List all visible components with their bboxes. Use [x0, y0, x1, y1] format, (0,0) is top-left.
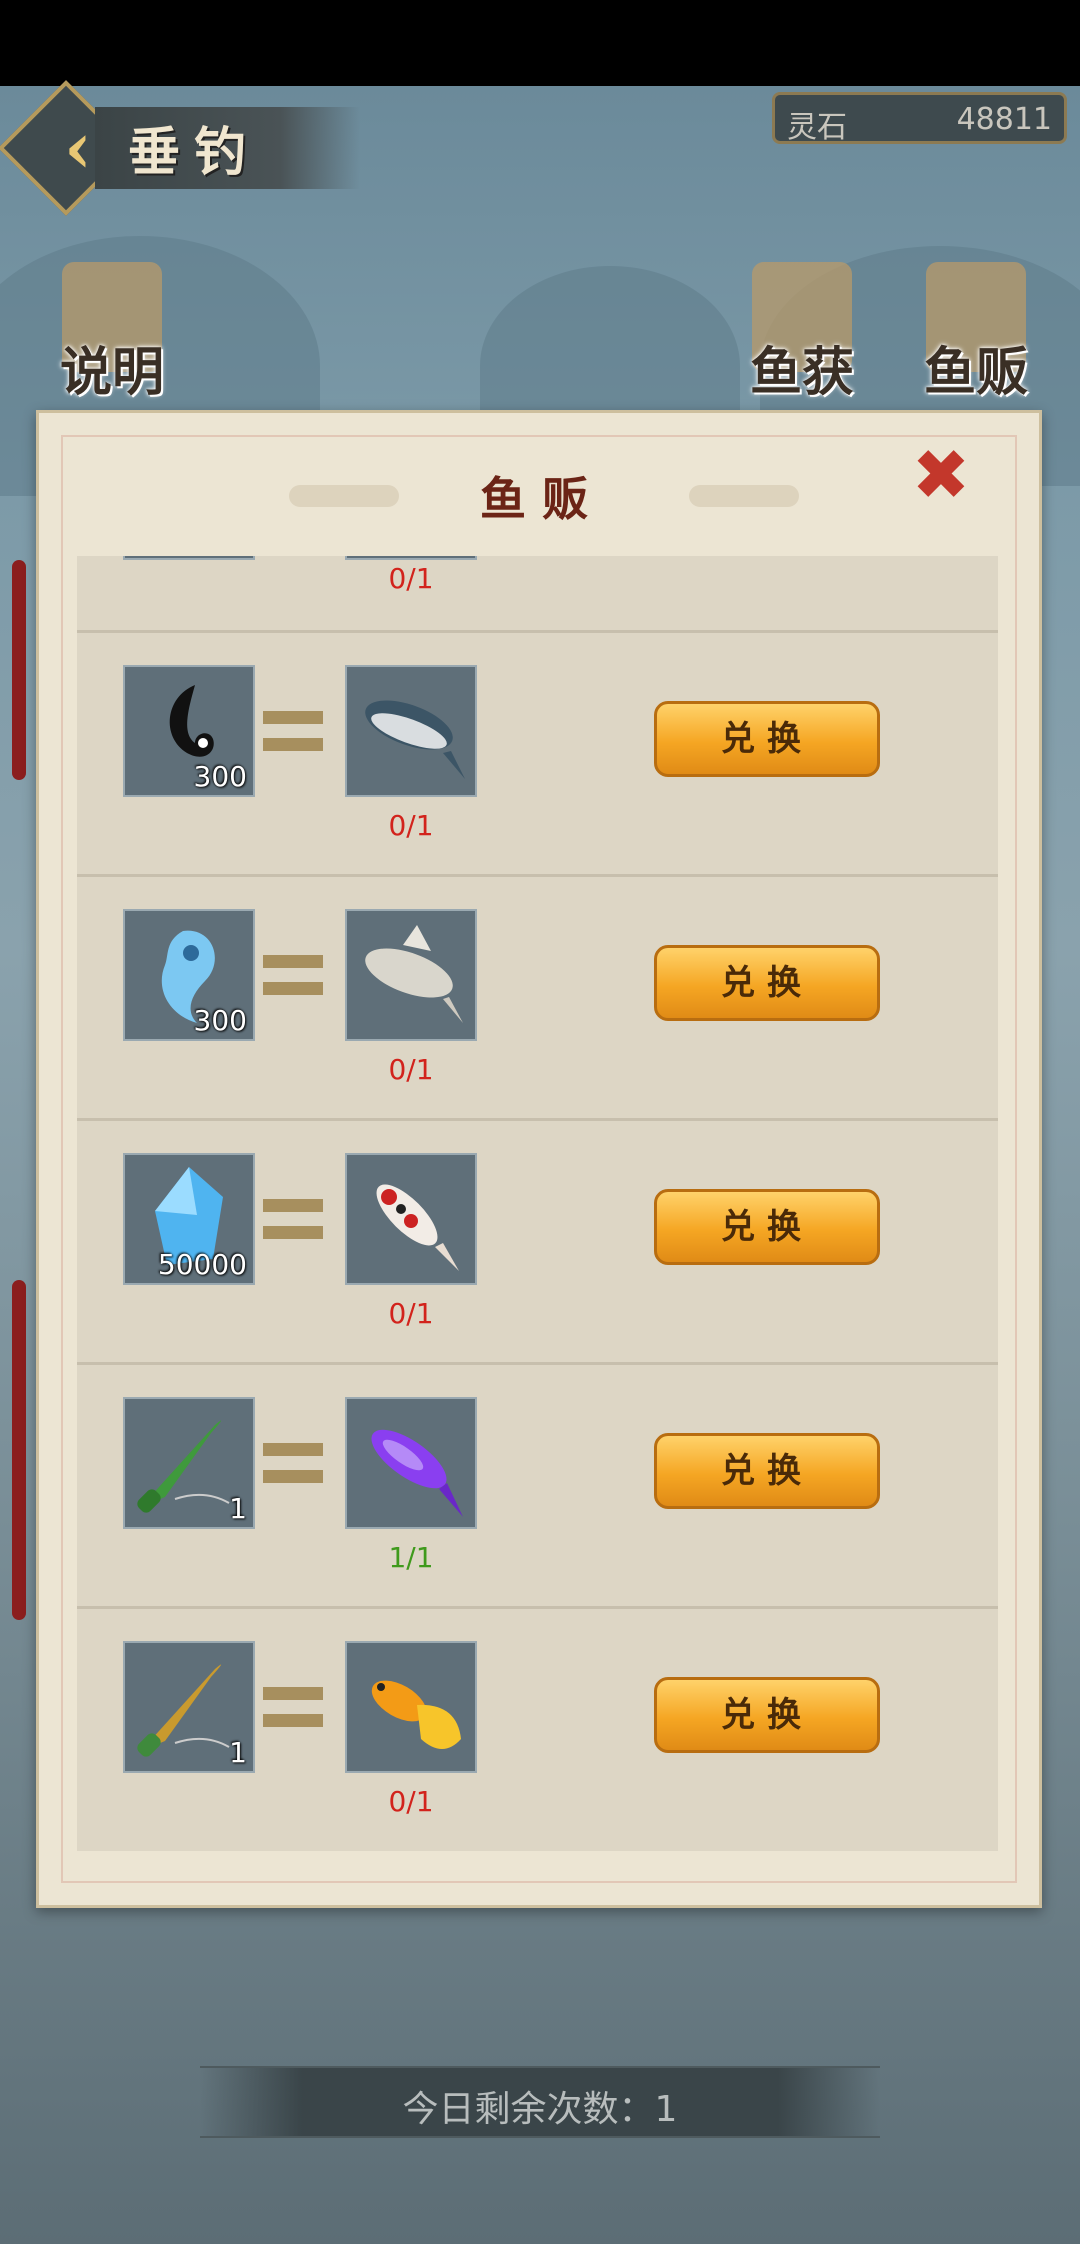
black-magatama-icon[interactable]: 300: [123, 665, 255, 797]
exchange-button[interactable]: 兑换: [654, 701, 880, 777]
list-item: 1 0/1 兑换: [77, 1606, 998, 1851]
exchange-button[interactable]: 兑换: [654, 945, 880, 1021]
exchange-button[interactable]: 兑换: [654, 1189, 880, 1265]
vendor-button[interactable]: 鱼贩: [906, 262, 1046, 412]
currency-value: 48811: [956, 102, 1052, 137]
white-perch-fish-icon[interactable]: [345, 909, 477, 1041]
list-item: 300 0/1 兑换: [77, 630, 998, 877]
cost-count: 50000: [157, 1248, 247, 1281]
golden-betta-fish-icon[interactable]: [345, 1641, 477, 1773]
catch-button[interactable]: 鱼获: [732, 262, 872, 412]
equals-sign: [263, 1687, 323, 1727]
progress-text: 0/1: [388, 1297, 434, 1330]
golden-fishing-rod-icon[interactable]: 1: [123, 1641, 255, 1773]
equals-sign: [263, 1199, 323, 1239]
remaining-attempts-text: 今日剩余次数：1: [402, 2089, 678, 2130]
blue-magatama-icon[interactable]: 300: [123, 909, 255, 1041]
red-rope-decoration: [12, 1280, 26, 1620]
remaining-attempts-bar: 今日剩余次数：1: [200, 2066, 880, 2138]
blue-crystal-icon[interactable]: 50000: [123, 1153, 255, 1285]
spirit-stone-currency: 灵石 48811: [772, 92, 1067, 145]
equals-sign: [263, 711, 323, 751]
vendor-label: 鱼贩: [923, 342, 1028, 403]
red-rope-decoration: [12, 560, 26, 780]
currency-label: 灵石: [787, 110, 847, 145]
exchange-button[interactable]: 兑换: [654, 1433, 880, 1509]
progress-text: 0/1: [388, 809, 434, 842]
cost-count: 300: [193, 1004, 247, 1037]
zander-fish-icon[interactable]: [345, 665, 477, 797]
progress-text: 0/1: [388, 1785, 434, 1818]
equals-sign: [263, 955, 323, 995]
list-item: 50000 0/1 兑换: [77, 1118, 998, 1365]
status-bar: [0, 0, 1080, 86]
koi-fish-icon[interactable]: [345, 1153, 477, 1285]
catch-label: 鱼获: [749, 342, 854, 403]
purple-arowana-icon[interactable]: [345, 1397, 477, 1529]
partial-slot: [123, 556, 255, 560]
equals-sign: [263, 1443, 323, 1483]
list-item: 300 0/1 兑换: [77, 874, 998, 1121]
dialog-title: 鱼贩: [480, 472, 604, 526]
progress-text: 0/1: [388, 562, 434, 595]
cost-count: 1: [229, 1736, 247, 1769]
help-button[interactable]: 说明: [42, 262, 182, 412]
progress-text: 0/1: [388, 1053, 434, 1086]
list-item: 1 1/1 兑换: [77, 1362, 998, 1609]
jade-fishing-rod-icon[interactable]: 1: [123, 1397, 255, 1529]
page-title: 垂钓: [128, 122, 261, 183]
close-icon[interactable]: ✖: [909, 440, 973, 510]
cost-count: 1: [229, 1492, 247, 1525]
progress-text: 1/1: [388, 1541, 434, 1574]
fish-vendor-dialog: 鱼贩 ✖ 0/1 300 0/1 兑换 300 0/1 兑换 50000 0/1…: [36, 410, 1042, 1908]
partial-slot: [345, 556, 477, 560]
exchange-list[interactable]: 0/1 300 0/1 兑换 300 0/1 兑换 50000 0/1 兑换 1…: [77, 556, 998, 1851]
help-label: 说明: [59, 342, 164, 403]
cost-count: 300: [193, 760, 247, 793]
exchange-button[interactable]: 兑换: [654, 1677, 880, 1753]
